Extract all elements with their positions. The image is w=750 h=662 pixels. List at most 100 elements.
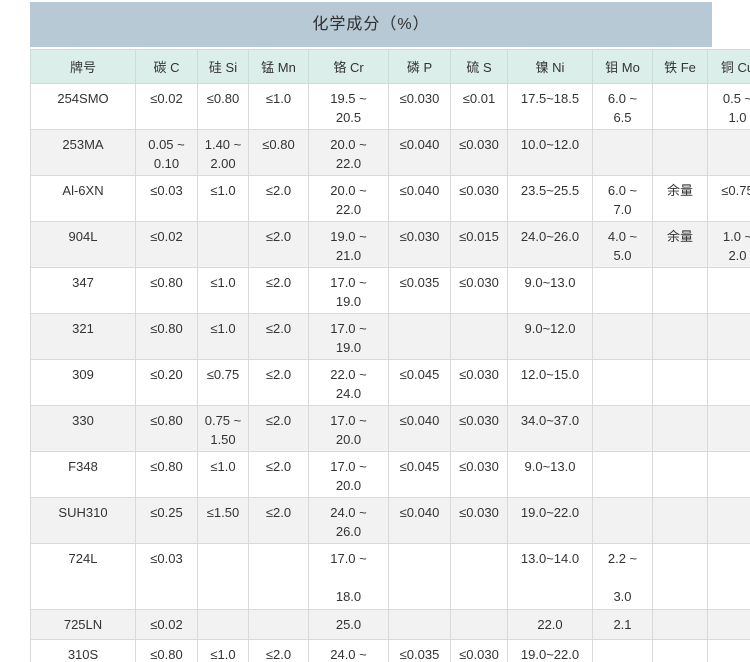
value-cell-p: ≤0.045 [388,451,451,498]
composition-table: 牌号碳 C硅 Si锰 Mn铬 Cr磷 P硫 S镍 Ni钼 Mo铁 Fe铜 Cu … [30,49,750,662]
value-cell-mn [248,609,309,640]
value-cell-p: ≤0.045 [388,359,451,406]
value-cell-p: ≤0.040 [388,129,451,176]
value-cell-c: ≤0.80 [135,313,198,360]
column-header-si: 硅 Si [197,49,249,84]
value-cell-p: ≤0.040 [388,497,451,544]
value-cell-p: ≤0.035 [388,639,451,662]
value-cell-si [197,609,249,640]
value-cell-c: ≤0.02 [135,221,198,268]
value-cell-mn: ≤0.80 [248,129,309,176]
value-cell-ni: 23.5~25.5 [507,175,593,222]
column-header-cu: 铜 Cu [707,49,750,84]
value-cell-mo [592,267,653,314]
value-cell-mn: ≤2.0 [248,221,309,268]
value-cell-mn: ≤2.0 [248,451,309,498]
value-cell-c: 0.05 ~ 0.10 [135,129,198,176]
value-cell-mo: 6.0 ~ 7.0 [592,175,653,222]
value-cell-si: ≤1.50 [197,497,249,544]
value-cell-p: ≤0.040 [388,175,451,222]
value-cell-cr: 17.0 ~ 19.0 [308,313,389,360]
value-cell-si: ≤1.0 [197,639,249,662]
value-cell-si [197,543,249,610]
value-cell-cu: ≤0.75 [707,175,750,222]
value-cell-si: ≤0.75 [197,359,249,406]
value-cell-cu: 1.0 ~ 2.0 [707,221,750,268]
value-cell-c: ≤0.03 [135,175,198,222]
value-cell-si: ≤1.0 [197,451,249,498]
header-row: 牌号碳 C硅 Si锰 Mn铬 Cr磷 P硫 S镍 Ni钼 Mo铁 Fe铜 Cu [30,49,750,84]
value-cell-s [450,609,508,640]
value-cell-fe [652,313,708,360]
value-cell-fe [652,543,708,610]
value-cell-fe [652,405,708,452]
grade-cell: SUH310 [30,497,136,544]
value-cell-cu [707,359,750,406]
value-cell-ni: 12.0~15.0 [507,359,593,406]
column-header-mn: 锰 Mn [248,49,309,84]
column-header-grade: 牌号 [30,49,136,84]
value-cell-c: ≤0.80 [135,267,198,314]
value-cell-cr: 20.0 ~ 22.0 [308,175,389,222]
value-cell-mo: 6.0 ~ 6.5 [592,83,653,130]
value-cell-fe [652,497,708,544]
grade-cell: 310S [30,639,136,662]
value-cell-ni: 19.0~22.0 [507,639,593,662]
value-cell-cr: 17.0 ~ 18.0 [308,543,389,610]
value-cell-si [197,221,249,268]
table-row-330: 330 ≤0.80 0.75 ~ 1.50 ≤2.0 17.0 ~ 20.0 ≤0.040… [30,405,750,452]
value-cell-cr: 17.0 ~ 20.0 [308,405,389,452]
value-cell-s: ≤0.030 [450,129,508,176]
value-cell-p [388,543,451,610]
column-header-s: 硫 S [450,49,508,84]
value-cell-p [388,313,451,360]
value-cell-cu [707,543,750,610]
value-cell-mo: 4.0 ~ 5.0 [592,221,653,268]
value-cell-s: ≤0.030 [450,451,508,498]
value-cell-s: ≤0.030 [450,497,508,544]
value-cell-c: ≤0.03 [135,543,198,610]
value-cell-mn: ≤2.0 [248,497,309,544]
value-cell-cr: 24.0 ~ 26.0 [308,639,389,662]
value-cell-cu [707,609,750,640]
value-cell-fe [652,359,708,406]
value-cell-cr: 19.5 ~ 20.5 [308,83,389,130]
value-cell-ni: 17.5~18.5 [507,83,593,130]
value-cell-fe: 余量 [652,221,708,268]
value-cell-s: ≤0.030 [450,359,508,406]
grade-cell: 904L [30,221,136,268]
table-row-309: 309 ≤0.20 ≤0.75 ≤2.0 22.0 ~ 24.0 ≤0.045 ≤0.030… [30,359,750,406]
chemical-composition-panel: 化学成分（%） 牌号碳 C硅 Si 锰 Mn 铬 Cr 磷 P硫 S镍 Ni 钼 Mo 铁… [30,2,750,662]
grade-cell: F348 [30,451,136,498]
grade-cell: 253MA [30,129,136,176]
value-cell-ni: 34.0~37.0 [507,405,593,452]
grade-cell: 254SMO [30,83,136,130]
column-header-cr: 铬 Cr [308,49,389,84]
value-cell-cu: 0.5 ~ 1.0 [707,83,750,130]
value-cell-si: 0.75 ~ 1.50 [197,405,249,452]
value-cell-cr: 25.0 [308,609,389,640]
table-row-Al-6XN: Al-6XN ≤0.03 ≤1.0 ≤2.0 20.0 ~ 22.0 ≤0.040 ≤0.0… [30,175,750,222]
value-cell-s: ≤0.030 [450,639,508,662]
value-cell-s: ≤0.015 [450,221,508,268]
value-cell-mo [592,129,653,176]
value-cell-s [450,313,508,360]
value-cell-fe [652,451,708,498]
value-cell-c: ≤0.80 [135,451,198,498]
value-cell-mn [248,543,309,610]
column-header-fe: 铁 Fe [652,49,708,84]
value-cell-si: ≤1.0 [197,175,249,222]
value-cell-mn: ≤2.0 [248,639,309,662]
value-cell-c: ≤0.80 [135,639,198,662]
value-cell-fe [652,267,708,314]
value-cell-mo [592,313,653,360]
value-cell-cr: 17.0 ~ 19.0 [308,267,389,314]
table-row-347: 347 ≤0.80 ≤1.0 ≤2.0 17.0 ~ 19.0 ≤0.035 ≤0.030 9… [30,267,750,314]
value-cell-s: ≤0.030 [450,175,508,222]
value-cell-si: ≤1.0 [197,313,249,360]
table-row-F348: F348 ≤0.80 ≤1.0 ≤2.0 17.0 ~ 20.0 ≤0.045 ≤0.030… [30,451,750,498]
value-cell-p: ≤0.030 [388,83,451,130]
value-cell-mo [592,405,653,452]
value-cell-s: ≤0.030 [450,405,508,452]
value-cell-p [388,609,451,640]
